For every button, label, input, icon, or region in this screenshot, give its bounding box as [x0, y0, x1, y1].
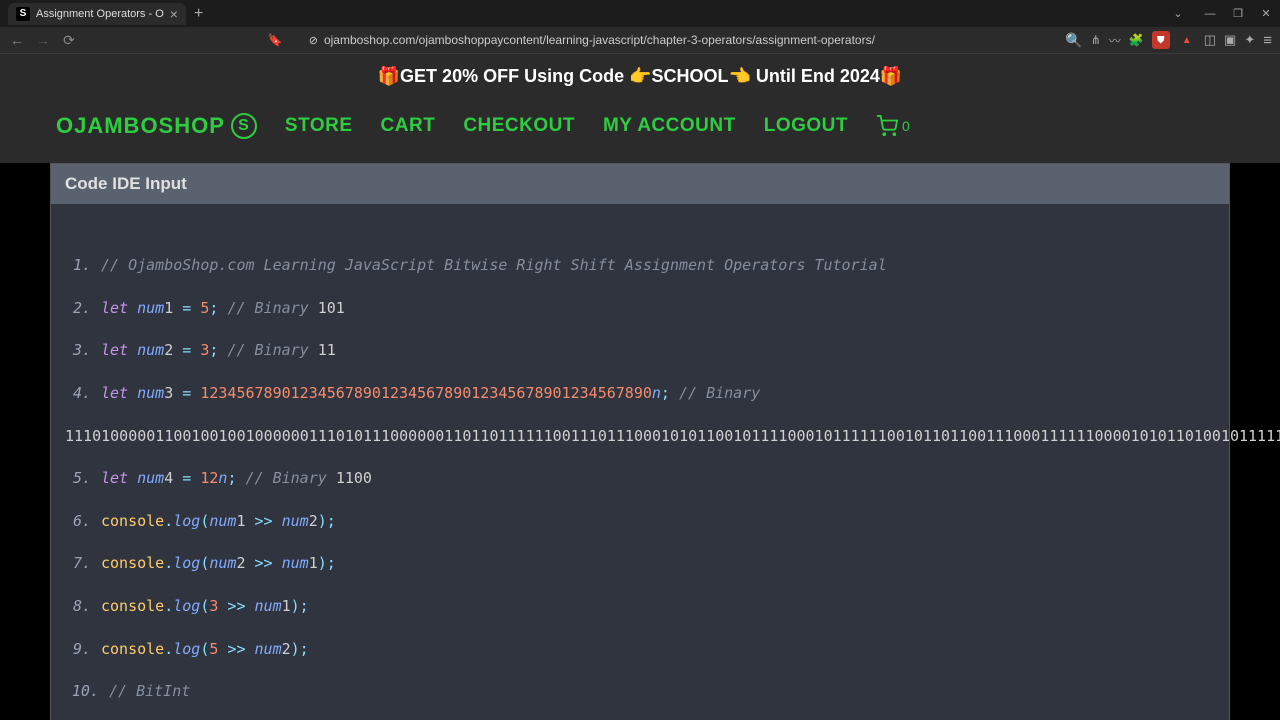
browser-tab[interactable]: S Assignment Operators - O × — [8, 3, 186, 25]
chevron-down-icon[interactable]: ⌄ — [1164, 0, 1192, 27]
promo-banner: 🎁GET 20% OFF Using Code 👉SCHOOL👈 Until E… — [0, 54, 1280, 99]
back-button[interactable]: ← — [8, 32, 26, 48]
nav-store[interactable]: STORE — [285, 115, 353, 137]
page-content: 🎁GET 20% OFF Using Code 👉SCHOOL👈 Until E… — [0, 54, 1280, 720]
panel-icon[interactable]: ▣ — [1224, 32, 1236, 48]
minimize-icon[interactable]: — — [1196, 0, 1224, 27]
toolbar-right-icons: ⋔ 〰 🧩 ⛊ ▲ — [1091, 31, 1196, 49]
address-bar[interactable]: 🔖 ⊘ ojamboshop.com/ojamboshoppaycontent/… — [86, 33, 1057, 47]
close-icon[interactable]: ✕ — [1252, 0, 1280, 27]
browser-titlebar: S Assignment Operators - O × + ⌄ — ❐ ✕ — [0, 0, 1280, 27]
extension-badge-icon[interactable]: ⛊ — [1152, 31, 1170, 49]
cart-icon — [876, 115, 898, 137]
nav-logout[interactable]: LOGOUT — [764, 115, 848, 137]
window-controls: ⌄ — ❐ ✕ — [1164, 0, 1280, 27]
lock-icon: ⊘ — [309, 34, 318, 47]
maximize-icon[interactable]: ❐ — [1224, 0, 1252, 27]
brand-icon: S — [231, 113, 257, 139]
new-tab-button[interactable]: + — [194, 5, 203, 23]
zoom-icon[interactable]: 🔍 — [1065, 32, 1083, 49]
bookmark-icon[interactable]: 🔖 — [268, 33, 283, 47]
tab-title: Assignment Operators - O — [36, 8, 164, 20]
brand-logo[interactable]: OJAMBOSHOP S — [56, 113, 257, 139]
content-container: Code IDE Input 1.// OjamboShop.com Learn… — [0, 163, 1280, 720]
share-icon[interactable]: ⋔ — [1091, 33, 1101, 47]
sidebar-icon[interactable]: ◫ — [1204, 32, 1216, 48]
rss-icon[interactable]: 〰 — [1109, 32, 1121, 49]
code-panel: Code IDE Input 1.// OjamboShop.com Learn… — [50, 163, 1230, 720]
cart-count: 0 — [902, 118, 910, 134]
brand-text: OJAMBOSHOP — [56, 113, 225, 139]
menu-icon[interactable]: ≡ — [1263, 32, 1272, 49]
sparkle-icon[interactable]: ✦ — [1244, 32, 1255, 48]
forward-button[interactable]: → — [34, 32, 52, 48]
tab-favicon: S — [16, 7, 30, 21]
extension-triangle-icon[interactable]: ▲ — [1178, 31, 1196, 49]
url-text: ojamboshop.com/ojamboshoppaycontent/lear… — [324, 33, 875, 47]
panel-title: Code IDE Input — [51, 164, 1229, 204]
toolbar-far-right: ◫ ▣ ✦ ≡ — [1204, 32, 1272, 49]
close-icon[interactable]: × — [170, 6, 178, 22]
reload-button[interactable]: ⟳ — [60, 32, 78, 49]
nav-account[interactable]: MY ACCOUNT — [603, 115, 736, 137]
cart-widget[interactable]: 0 — [876, 115, 910, 137]
code-editor[interactable]: 1.// OjamboShop.com Learning JavaScript … — [51, 204, 1229, 720]
browser-toolbar: ← → ⟳ 🔖 ⊘ ojamboshop.com/ojamboshoppayco… — [0, 27, 1280, 54]
nav-checkout[interactable]: CHECKOUT — [463, 115, 575, 137]
nav-cart[interactable]: CART — [381, 115, 436, 137]
main-nav: OJAMBOSHOP S STORE CART CHECKOUT MY ACCO… — [0, 99, 1280, 163]
tabs-area: S Assignment Operators - O × + — [0, 0, 203, 27]
extensions-icon[interactable]: 🧩 — [1129, 33, 1144, 47]
